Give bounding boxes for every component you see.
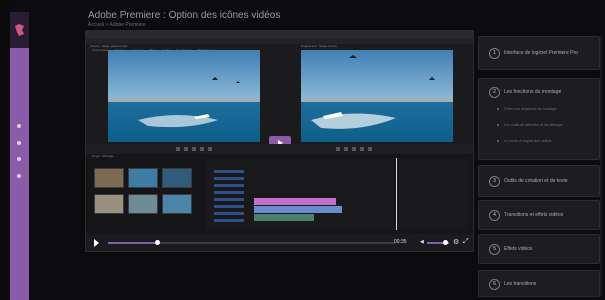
video-clip-track[interactable] [254,206,342,213]
workspace-tabs: AssemblageMontageCouleurEffetsAudioGraph… [86,38,473,52]
window-edge [0,0,10,300]
volume-icon[interactable]: ◀ [420,239,424,245]
progress-knob[interactable] [154,240,160,245]
program-frame-image [301,50,453,142]
playhead[interactable] [396,158,397,230]
step-forward-icon[interactable] [208,147,212,151]
source-frame-image [108,50,260,142]
editing-panels: Projet : Montage [86,154,473,234]
mark-out-icon[interactable] [344,147,348,151]
chapter-item[interactable]: 1 Interface de logiciel Premiere Pro [478,36,600,70]
lesson-item[interactable]: Créer une séquence de montage [504,107,557,111]
program-monitor-label: Programme : Séquence 01 [301,44,337,48]
play-icon[interactable] [360,147,364,151]
rail-nav-dot-2[interactable] [17,141,21,145]
volume-knob[interactable] [443,240,448,245]
chapter-label: Effets vidéos [504,246,533,252]
rail-nav-dot-3[interactable] [17,157,21,161]
timeline[interactable] [206,158,468,230]
chapter-number: 6 [489,279,500,290]
rail-nav-dot-4[interactable] [17,174,21,178]
clip-thumbnail[interactable] [94,194,124,214]
chapter-number: 5 [489,244,500,255]
lesson-item[interactable]: Les outils de sélection et de découpe [504,123,563,127]
video-clip-track[interactable] [254,198,336,205]
clip-thumbnail[interactable] [128,194,158,214]
breadcrumb[interactable]: Accueil > Adobe Premiere [88,22,280,28]
bin-label: Projet : Montage [92,154,115,158]
brand-logo-icon [15,24,24,36]
progress-fill [108,242,157,244]
chapter-label: Les transitions [504,281,537,287]
program-monitor [301,50,453,142]
chapter-item[interactable]: 2 Les fonctions du montage Créer une séque… [478,78,600,160]
chapter-item[interactable]: 6 Les transitions [478,270,600,297]
clip-thumbnail[interactable] [128,168,158,188]
play-icon[interactable] [200,147,204,151]
settings-gear-icon[interactable]: ⚙ [453,238,459,246]
track-headers [214,170,244,226]
nav-rail [10,12,29,300]
current-time: 00:35 [394,239,407,245]
chapter-item[interactable]: 3 Outils de création et de texte [478,165,600,197]
chapter-item[interactable]: 5 Effets vidéos [478,234,600,264]
progress-bar[interactable] [108,240,395,245]
player-transport: 00:35 ◀ ⚙ ⤢ [86,234,473,251]
chapter-label: Interface de logiciel Premiere Pro [504,50,578,56]
audio-clip-track[interactable] [254,214,314,221]
play-icon[interactable] [94,239,99,247]
page-header: Adobe Premiere : Option des icônes vidéo… [88,10,280,28]
chapter-item[interactable]: 4 Transitions et effets vidéos [478,200,600,230]
lesson-bullet [497,140,499,142]
chapter-number: 1 [489,48,500,59]
step-back-icon[interactable] [192,147,196,151]
video-player[interactable]: Premiere ProFichierEditionClipSéquenceMa… [85,30,474,252]
mark-in-icon[interactable] [336,147,340,151]
chapter-number: 2 [489,87,500,98]
mark-in-icon[interactable] [176,147,180,151]
rail-nav-dot-1[interactable] [17,124,21,128]
chapter-number: 4 [489,210,500,221]
logo[interactable] [10,12,29,48]
step-forward-icon[interactable] [368,147,372,151]
clip-thumbnail[interactable] [94,168,124,188]
mark-out-icon[interactable] [184,147,188,151]
app-menubar: Premiere ProFichierEditionClipSéquenceMa… [86,31,473,45]
app-frame: Adobe Premiere : Option des icônes vidéo… [0,0,605,300]
clip-thumbnail[interactable] [162,194,192,214]
chapter-number: 3 [489,176,500,187]
project-bin [92,160,192,232]
lesson-item[interactable]: Le rendu et export des vidéos [504,139,551,143]
lesson-bullet [497,124,499,126]
source-monitor [108,50,260,142]
monitor-controls [86,144,473,154]
scrollbar[interactable] [600,36,602,296]
source-monitor-label: Source : plage_kitesurf.mp4 [90,44,128,48]
chapter-label: Outils de création et de texte [504,178,568,184]
chapter-label: Transitions et effets vidéos [504,212,564,218]
step-back-icon[interactable] [352,147,356,151]
chapter-label: Les fonctions du montage [504,89,562,95]
page-title: Adobe Premiere : Option des icônes vidéo… [88,10,281,21]
fullscreen-icon[interactable]: ⤢ [463,238,469,246]
lesson-bullet [497,108,499,110]
clip-thumbnail[interactable] [162,168,192,188]
